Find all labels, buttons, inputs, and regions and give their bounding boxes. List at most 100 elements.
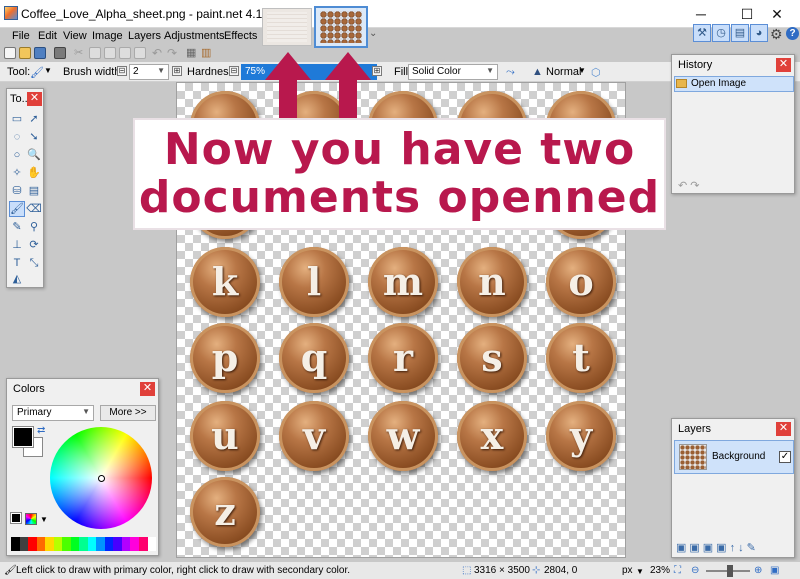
menu-adjustments[interactable]: Adjustments (164, 30, 225, 42)
reset-colors-icon[interactable] (10, 512, 22, 524)
menu-layers[interactable]: Layers (128, 30, 161, 42)
tools-window-toggle[interactable]: ⚒ (693, 24, 711, 42)
layer-row[interactable]: Background ✓ (674, 440, 794, 474)
zoom-in-icon[interactable]: ⊕ (754, 565, 762, 576)
palette-swatch[interactable] (87, 537, 97, 551)
history-item[interactable]: Open Image (674, 76, 794, 92)
paintbrush-tool-icon[interactable]: 🖌 (9, 201, 25, 217)
gradient-tool-icon[interactable]: ▤ (26, 183, 42, 199)
grid-icon[interactable]: ▦ (186, 47, 198, 59)
zoom-to-window-icon[interactable]: ⛶ (674, 565, 681, 576)
hardness-decrease-button[interactable]: ⊟ (229, 66, 239, 76)
paintbrush-tool-icon[interactable]: 🖌 (30, 66, 44, 79)
lasso-select-tool-icon[interactable]: ◌ (9, 129, 25, 145)
rectangle-select-tool-icon[interactable]: ▭ (9, 111, 25, 127)
layer-visibility-checkbox[interactable]: ✓ (779, 451, 791, 463)
color-picker-tool-icon[interactable]: ⚲ (26, 219, 42, 235)
pencil-tool-icon[interactable]: ✎ (9, 219, 25, 235)
palette-swatch[interactable] (113, 537, 122, 551)
palette-swatch[interactable] (79, 537, 88, 551)
palette-swatch[interactable] (62, 537, 71, 551)
layers-window-toggle[interactable]: ▤ (731, 24, 749, 42)
open-folder-icon[interactable] (19, 47, 31, 59)
menu-view[interactable]: View (63, 30, 87, 42)
deselect-icon[interactable] (134, 47, 146, 59)
palette-swatch[interactable] (28, 537, 37, 551)
zoom-dropdown[interactable]: 23% (650, 565, 670, 576)
layers-window-close-icon[interactable]: ✕ (776, 422, 791, 436)
cut-icon[interactable]: ✂ (74, 47, 86, 59)
color-wheel-cursor[interactable] (98, 475, 105, 482)
recolor-tool-icon[interactable]: ⟳ (26, 237, 42, 253)
layer-tools-icons[interactable]: ▣▣▣▣↑↓✎ (676, 541, 759, 554)
palette-swatch[interactable] (96, 537, 105, 551)
selection-mode-icon[interactable]: ⬡ (591, 66, 601, 79)
brush-width-increase-button[interactable]: ⊞ (172, 66, 182, 76)
menu-file[interactable]: File (12, 30, 30, 42)
menu-image[interactable]: Image (92, 30, 123, 42)
primary-color-swatch[interactable] (12, 426, 34, 448)
colors-window-toggle[interactable]: ◕ (750, 24, 768, 42)
more-colors-button[interactable]: More >> (100, 405, 156, 421)
ruler-icon[interactable]: ▥ (201, 47, 213, 59)
tools-window-close-icon[interactable]: ✕ (27, 92, 42, 106)
menu-edit[interactable]: Edit (38, 30, 57, 42)
history-window-close-icon[interactable]: ✕ (776, 58, 791, 72)
actual-size-icon[interactable]: ▣ (770, 565, 779, 576)
blend-mode-dropdown[interactable]: Normal (546, 66, 581, 78)
palette-swatch[interactable] (53, 537, 63, 551)
palette-swatch[interactable] (130, 537, 139, 551)
help-icon[interactable]: ? (786, 27, 799, 40)
text-tool-icon[interactable]: T (9, 255, 25, 271)
zoom-out-icon[interactable]: ⊖ (691, 565, 699, 576)
swap-colors-icon[interactable]: ⇄ (37, 425, 45, 436)
paint-bucket-tool-icon[interactable]: ⛁ (9, 183, 25, 199)
color-mode-dropdown[interactable]: Primary ▼ (12, 405, 94, 421)
pan-tool-icon[interactable]: ✋ (26, 165, 42, 181)
move-selection-tool-icon[interactable]: ➚ (26, 111, 42, 127)
crop-icon[interactable] (119, 47, 131, 59)
print-icon[interactable] (54, 47, 66, 59)
clone-stamp-tool-icon[interactable]: ⊥ (9, 237, 25, 253)
palette-swatch[interactable] (36, 537, 46, 551)
redo-icon[interactable]: ↷ (167, 47, 179, 59)
palette-swatch[interactable] (19, 537, 29, 551)
eraser-tool-icon[interactable]: ⌫ (26, 201, 42, 217)
palette-swatch[interactable] (138, 537, 148, 551)
move-selected-tool-icon[interactable]: ➘ (26, 129, 42, 145)
tool-dropdown-arrow-icon[interactable]: ▼ (44, 66, 52, 75)
magic-wand-tool-icon[interactable]: ✧ (9, 165, 25, 181)
new-file-icon[interactable] (4, 47, 16, 59)
ellipse-select-tool-icon[interactable]: ○ (9, 147, 25, 163)
document-thumbnail-tab-1[interactable] (262, 8, 312, 46)
units-dropdown-arrow-icon[interactable]: ▼ (636, 567, 644, 576)
settings-gear-icon[interactable]: ⚙ (770, 26, 783, 43)
line-curve-tool-icon[interactable]: ⤡ (26, 255, 42, 271)
colors-window-close-icon[interactable]: ✕ (140, 382, 155, 396)
palette-swatch[interactable] (121, 537, 131, 551)
palette-menu-icon[interactable] (25, 513, 37, 525)
palette-swatch[interactable] (147, 537, 157, 551)
save-icon[interactable] (34, 47, 46, 59)
blend-mode-icon[interactable]: ▲ (532, 66, 543, 78)
thumbnails-chevron-icon[interactable]: ⌄ (369, 28, 377, 39)
zoom-slider-thumb[interactable] (727, 565, 733, 577)
brush-width-decrease-button[interactable]: ⊟ (117, 66, 127, 76)
units-dropdown[interactable]: px (622, 565, 633, 576)
menu-effects[interactable]: Effects (224, 30, 257, 42)
palette-dropdown-arrow-icon[interactable]: ▼ (40, 515, 48, 524)
history-undo-redo-icons[interactable]: ↶ ↷ (678, 179, 700, 192)
undo-icon[interactable]: ↶ (152, 47, 164, 59)
palette-swatch[interactable] (70, 537, 80, 551)
palette-swatch[interactable] (104, 537, 114, 551)
fill-mode-dropdown[interactable]: Solid Color ▼ (408, 64, 498, 80)
history-window-toggle[interactable]: ◷ (712, 24, 730, 42)
document-thumbnail-tab-2[interactable] (314, 6, 368, 48)
palette-swatch[interactable] (45, 537, 54, 551)
blend-mode-arrow-icon[interactable]: ▼ (578, 66, 586, 75)
brush-width-field[interactable]: 2 ▼ (129, 64, 169, 80)
antialiasing-icon[interactable]: ⤳ (506, 66, 515, 79)
copy-icon[interactable] (89, 47, 101, 59)
shapes-tool-icon[interactable]: ◭ (9, 271, 25, 287)
paste-icon[interactable] (104, 47, 116, 59)
